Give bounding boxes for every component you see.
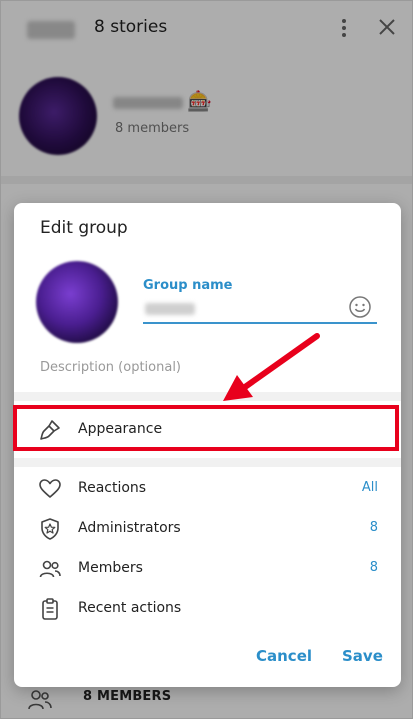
members-label: Members [78, 560, 143, 576]
administrators-count: 8 [369, 520, 378, 535]
heart-icon [39, 479, 61, 498]
emoji-picker-icon[interactable] [348, 295, 372, 319]
group-avatar[interactable] [36, 261, 118, 343]
recent-actions-item[interactable]: Recent actions [14, 591, 401, 627]
highlight-box [13, 405, 399, 451]
shield-star-icon [41, 518, 59, 540]
group-name-input[interactable] [145, 303, 195, 315]
dialog-title: Edit group [40, 218, 128, 238]
description-input[interactable]: Description (optional) [40, 360, 181, 375]
recent-actions-label: Recent actions [78, 600, 182, 616]
clipboard-icon [42, 598, 58, 620]
administrators-label: Administrators [78, 520, 181, 536]
members-count: 8 [369, 560, 378, 575]
app-frame: 8 stories 🎰 8 members 8 MEMBERS Edit gro… [0, 0, 413, 719]
section-divider [14, 392, 401, 401]
reactions-value: All [361, 480, 378, 495]
members-item[interactable]: Members 8 [14, 551, 401, 587]
section-divider-2 [14, 458, 401, 467]
group-name-underline [143, 322, 377, 324]
people-icon [39, 560, 61, 578]
reactions-label: Reactions [78, 480, 147, 496]
group-name-label: Group name [143, 278, 233, 293]
cancel-button[interactable]: Cancel [256, 647, 312, 665]
administrators-item[interactable]: Administrators 8 [14, 511, 401, 547]
reactions-item[interactable]: Reactions All [14, 471, 401, 507]
save-button[interactable]: Save [342, 647, 383, 665]
